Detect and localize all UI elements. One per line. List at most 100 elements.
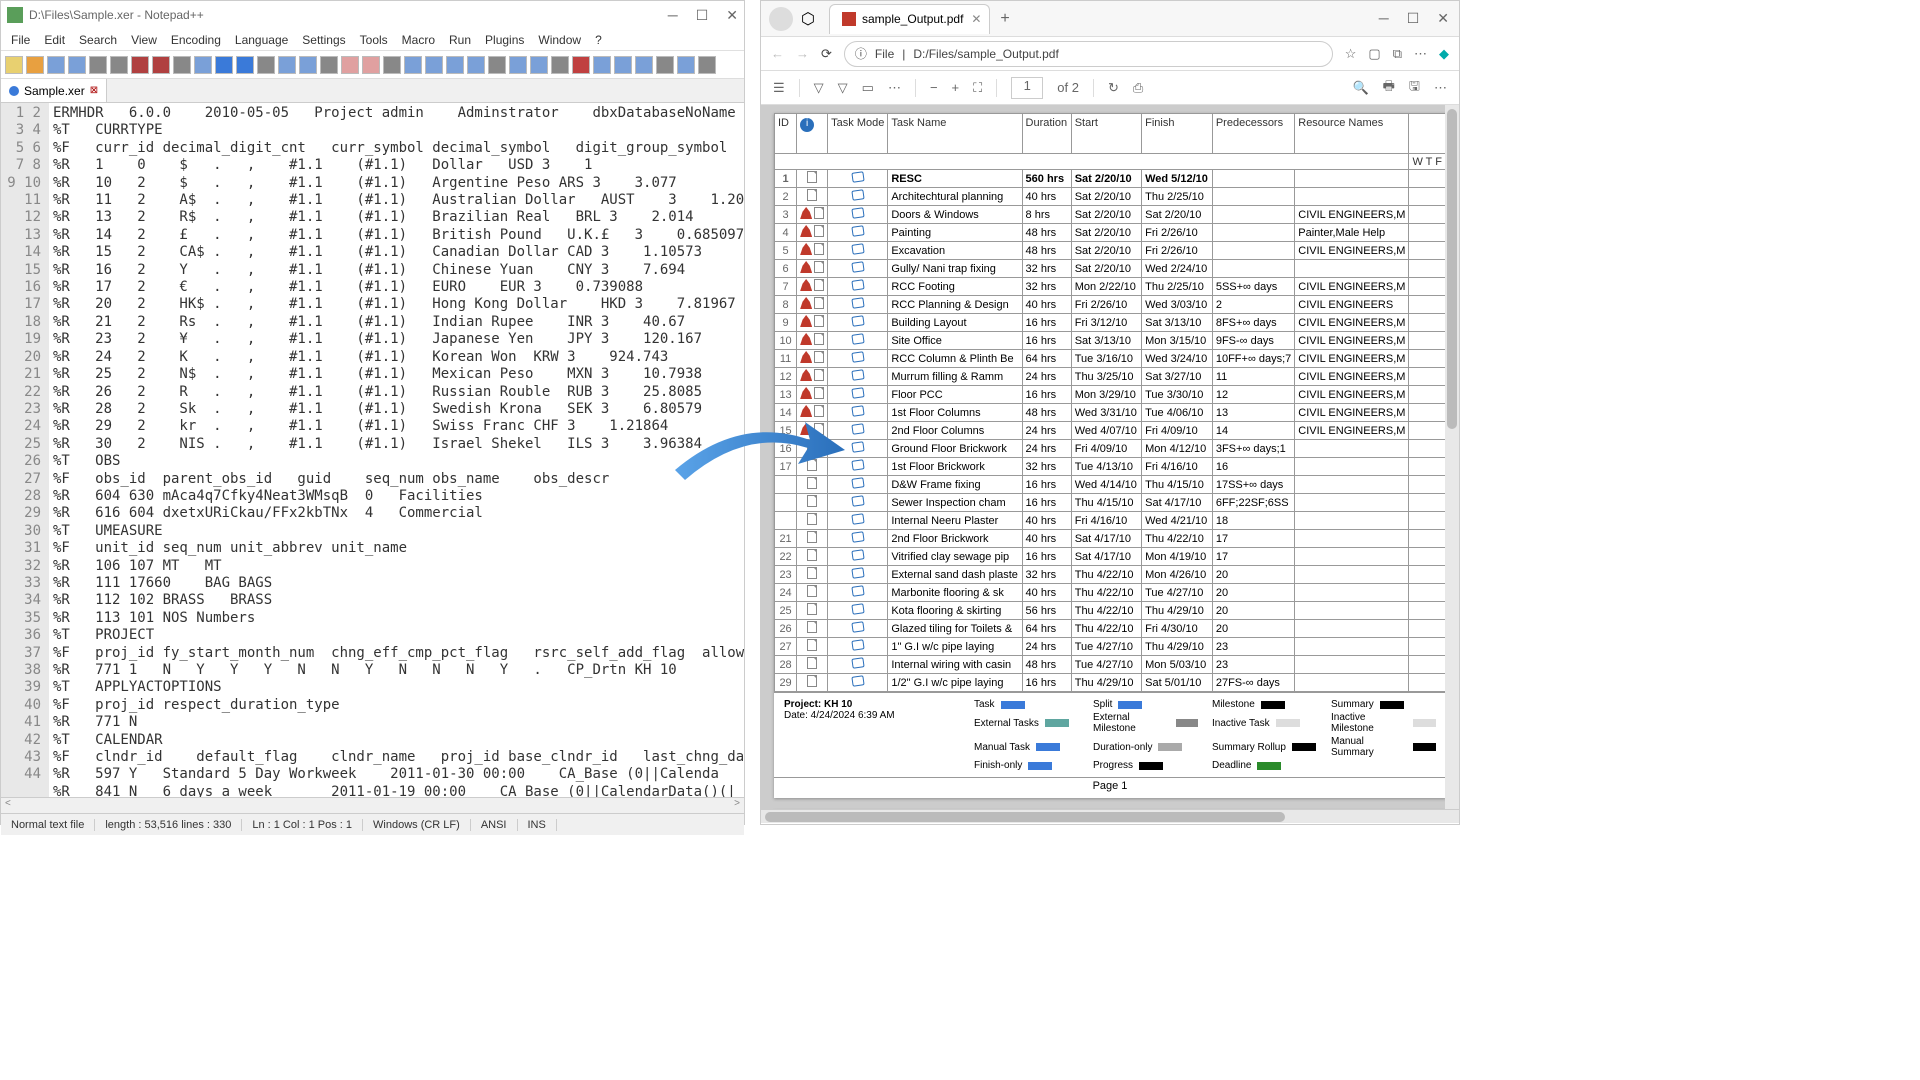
minimize-button[interactable]: ─ (668, 7, 678, 24)
tab-close-icon[interactable]: ✕ (971, 12, 981, 26)
toolbar-icon-12[interactable] (257, 56, 275, 74)
copilot-icon[interactable]: ◆ (1439, 46, 1449, 62)
draw-icon[interactable]: ▽ (814, 80, 824, 96)
toolbar-icon-15[interactable] (320, 56, 338, 74)
fit-page-icon[interactable]: ⛶ (973, 80, 982, 96)
toolbar-icon-5[interactable] (110, 56, 128, 74)
toolbar-icon-0[interactable] (5, 56, 23, 74)
toolbar-icon-3[interactable] (68, 56, 86, 74)
zoom-out-button[interactable]: − (930, 80, 938, 95)
toolbar-icon-30[interactable] (635, 56, 653, 74)
toolbar-icon-8[interactable] (173, 56, 191, 74)
menu-search[interactable]: Search (79, 33, 117, 47)
menu-plugins[interactable]: Plugins (485, 33, 524, 47)
toolbar-icon-19[interactable] (404, 56, 422, 74)
tab-close-icon[interactable]: ⊠ (90, 85, 98, 96)
toolbar-icon-21[interactable] (446, 56, 464, 74)
toolbar-icon-27[interactable] (572, 56, 590, 74)
status-encoding: ANSI (471, 819, 518, 831)
toolbar-icon-29[interactable] (614, 56, 632, 74)
window-titlebar[interactable]: D:\Files\Sample.xer - Notepad++ ─ ☐ ✕ (1, 1, 744, 29)
refresh-button[interactable]: ⟳ (821, 46, 832, 62)
profile-icon[interactable] (769, 7, 793, 31)
toolbar-icon-4[interactable] (89, 56, 107, 74)
info-icon[interactable]: ⓘ (855, 45, 867, 62)
close-button[interactable]: ✕ (726, 7, 738, 24)
minimize-button[interactable]: ─ (1379, 10, 1389, 27)
new-tab-button[interactable]: + (1000, 10, 1009, 28)
rotate-icon[interactable]: ↻ (1108, 80, 1119, 96)
toolbar-icon-14[interactable] (299, 56, 317, 74)
search-icon[interactable]: 🔍 (1352, 80, 1368, 96)
person-icon (800, 279, 812, 291)
toolbar-icon-7[interactable] (152, 56, 170, 74)
workspaces-icon[interactable]: ⬡ (801, 9, 821, 29)
menu-icon[interactable]: ⋯ (1414, 46, 1427, 62)
code-content[interactable]: ERMHDR 6.0.0 2010-05-05 Project admin Ad… (49, 103, 744, 797)
horizontal-scrollbar[interactable] (761, 809, 1459, 823)
menu-encoding[interactable]: Encoding (171, 33, 221, 47)
toolbar-icon-16[interactable] (341, 56, 359, 74)
toolbar-icon-17[interactable] (362, 56, 380, 74)
legend-item: Progress (1093, 760, 1198, 771)
close-button[interactable]: ✕ (1437, 10, 1449, 27)
more-tools-icon[interactable]: ⋯ (888, 80, 901, 96)
back-button[interactable]: ← (771, 46, 784, 61)
favorite-icon[interactable]: ☆ (1345, 46, 1357, 62)
menu-?[interactable]: ? (595, 33, 602, 47)
person-icon (800, 207, 812, 219)
address-bar[interactable]: ⓘ File | D:/Files/sample_Output.pdf (844, 41, 1333, 67)
toolbar-icon-2[interactable] (47, 56, 65, 74)
pdf-content-area[interactable]: IDiTask ModeTask NameDurationStartFinish… (761, 105, 1459, 809)
collections-icon[interactable]: ⧉ (1393, 46, 1402, 62)
menu-window[interactable]: Window (538, 33, 581, 47)
toolbar-icon-24[interactable] (509, 56, 527, 74)
menu-view[interactable]: View (131, 33, 157, 47)
vertical-scrollbar[interactable] (1445, 105, 1459, 809)
split-screen-icon[interactable]: ▢ (1368, 46, 1380, 62)
toolbar-icon-18[interactable] (383, 56, 401, 74)
page-input[interactable]: 1 (1011, 77, 1043, 99)
toolbar-icon-6[interactable] (131, 56, 149, 74)
settings-icon[interactable]: ⋯ (1434, 80, 1447, 96)
toolbar-icon-13[interactable] (278, 56, 296, 74)
horizontal-scrollbar[interactable] (1, 797, 744, 813)
menu-run[interactable]: Run (449, 33, 471, 47)
file-tab[interactable]: Sample.xer ⊠ (1, 79, 107, 102)
toolbar-icon-32[interactable] (677, 56, 695, 74)
maximize-button[interactable]: ☐ (1407, 10, 1420, 27)
note-icon (814, 387, 824, 399)
note-icon (807, 495, 817, 507)
toolbar-icon-10[interactable] (215, 56, 233, 74)
save-icon[interactable]: 🖫 (1409, 77, 1420, 99)
contents-icon[interactable]: ☰ (773, 80, 785, 96)
menu-edit[interactable]: Edit (44, 33, 65, 47)
maximize-button[interactable]: ☐ (696, 7, 709, 24)
erase-icon[interactable]: ▭ (862, 80, 874, 96)
toolbar-icon-23[interactable] (488, 56, 506, 74)
editor-area[interactable]: 1 2 3 4 5 6 7 8 9 10 11 12 13 14 15 16 1… (1, 103, 744, 797)
menu-bar: File Edit Search View Encoding Language Settin… (1, 29, 744, 51)
toolbar-icon-25[interactable] (530, 56, 548, 74)
toolbar-icon-9[interactable] (194, 56, 212, 74)
forward-button[interactable]: → (796, 46, 809, 61)
toolbar-icon-26[interactable] (551, 56, 569, 74)
toolbar-icon-28[interactable] (593, 56, 611, 74)
zoom-in-button[interactable]: + (952, 80, 960, 95)
toolbar-icon-11[interactable] (236, 56, 254, 74)
print-icon[interactable]: 🖶 (1383, 77, 1395, 99)
browser-tab[interactable]: sample_Output.pdf ✕ (829, 4, 990, 34)
menu-file[interactable]: File (11, 33, 30, 47)
date-label: Date: 4/24/2024 6:39 AM (784, 710, 974, 721)
toolbar-icon-20[interactable] (425, 56, 443, 74)
toolbar-icon-33[interactable] (698, 56, 716, 74)
toolbar-icon-1[interactable] (26, 56, 44, 74)
menu-settings[interactable]: Settings (302, 33, 345, 47)
menu-tools[interactable]: Tools (360, 33, 388, 47)
toolbar-icon-22[interactable] (467, 56, 485, 74)
menu-macro[interactable]: Macro (402, 33, 435, 47)
menu-language[interactable]: Language (235, 33, 288, 47)
toolbar-icon-31[interactable] (656, 56, 674, 74)
page-view-icon[interactable]: ⎙ (1133, 80, 1143, 96)
highlight-icon[interactable]: ▽ (838, 80, 848, 96)
